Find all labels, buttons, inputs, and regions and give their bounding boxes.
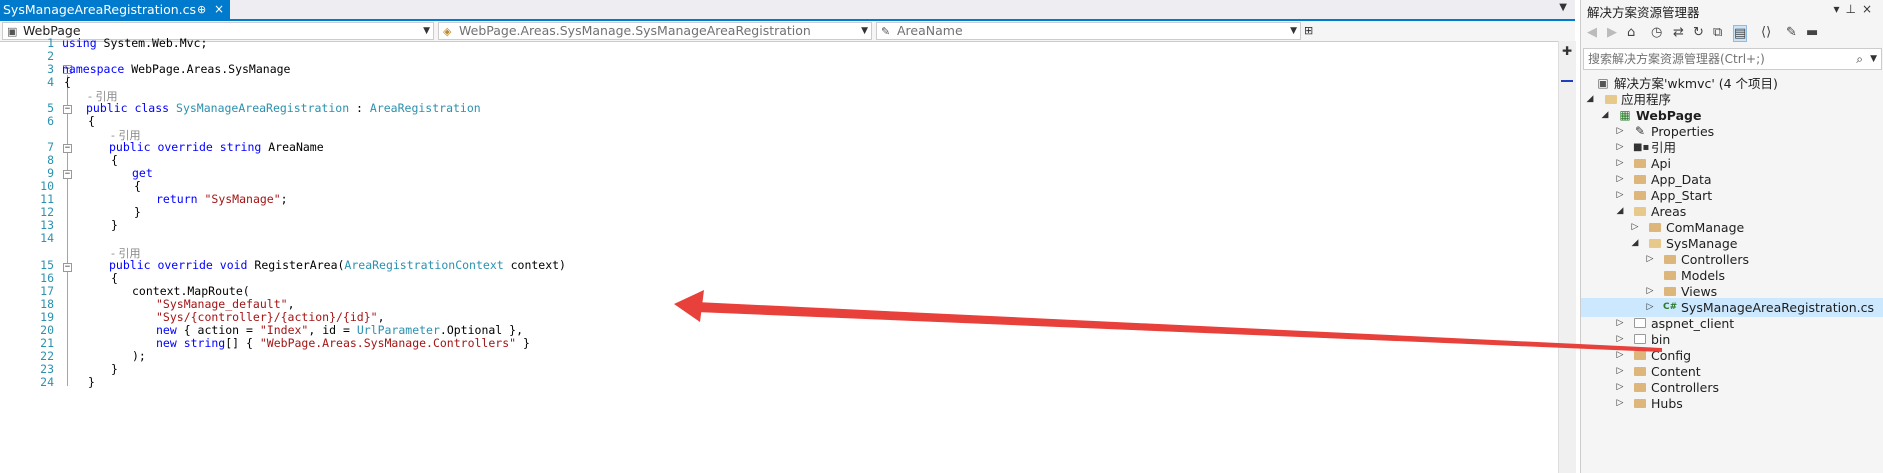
line-number: 13: [40, 218, 54, 232]
tab-title: SysManageAreaRegistration.cs: [3, 2, 196, 17]
collapsed-chevron-icon[interactable]: ▷: [1614, 394, 1626, 413]
code-line-1: using System.Web.Mvc;: [62, 36, 208, 50]
home-icon[interactable]: ⌂: [1627, 25, 1635, 40]
panel-window-buttons: ▾⊥×: [1833, 2, 1878, 16]
line-number: 3: [47, 62, 54, 76]
line-number: 14: [40, 231, 54, 245]
scrollbar-caret-marker: [1561, 80, 1573, 82]
tab-sysmanagearearegistration[interactable]: SysManageAreaRegistration.cs ⊕ ×: [0, 0, 230, 19]
code-line-20: new { action = "Index", id = UrlParamete…: [156, 323, 523, 337]
collapse-toggle[interactable]: −: [63, 105, 72, 114]
line-number: 23: [40, 362, 54, 376]
folder-icon: [1633, 394, 1647, 413]
code-line-5: public class SysManageAreaRegistration :…: [86, 101, 481, 115]
history-icon[interactable]: ◷: [1651, 25, 1662, 40]
type-dropdown[interactable]: ◈ WebPage.Areas.SysManage.SysManageAreaR…: [438, 22, 872, 40]
solution-tree: ▣ 解决方案'wkmvc' (4 个项目) ◢ 应用程序 ◢ ▦ WebPage…: [1581, 74, 1883, 473]
chevron-down-icon[interactable]: ▼: [1870, 49, 1877, 69]
tab-overflow-chevron-icon[interactable]: ▼: [1559, 2, 1567, 13]
line-number: 16: [40, 271, 54, 285]
code-line-4: {: [64, 75, 71, 89]
code-line-17: context.MapRoute(: [132, 284, 250, 298]
split-window-icon[interactable]: ⊞: [1304, 24, 1313, 37]
split-handle-icon[interactable]: ✚: [1562, 44, 1572, 58]
chevron-down-icon: ▼: [861, 26, 868, 36]
line-number: 17: [40, 284, 54, 298]
show-all-files-icon[interactable]: ▤: [1733, 25, 1748, 42]
collapse-toggle[interactable]: −: [63, 144, 72, 153]
line-number: 22: [40, 349, 54, 363]
line-number: 9: [47, 166, 54, 180]
code-line-13: }: [111, 218, 118, 232]
line-number: 8: [47, 153, 54, 167]
line-number: 5: [47, 101, 54, 115]
code-line-15: public override void RegisterArea(AreaRe…: [109, 258, 566, 272]
line-number: 1: [47, 36, 54, 50]
window-position-icon[interactable]: ▾: [1833, 2, 1845, 16]
forward-icon[interactable]: ▶: [1607, 25, 1617, 40]
vertical-scrollbar[interactable]: [1558, 41, 1576, 473]
code-text-area[interactable]: 1 2 3 4 5 6 7 8 9 10 11 12 13 14 15 16 17 18 19 20 21 22 23 24 …: [0, 36, 1558, 473]
chevron-down-icon: ▼: [1290, 26, 1297, 36]
code-line-7: public override string AreaName: [109, 140, 324, 154]
close-icon[interactable]: ×: [214, 0, 224, 19]
solution-explorer-toolbar: ◀ ▶ ⌂ ◷ ⇄ ↻ ⧉ ▤ ⟨⟩ ✎ ▬: [1581, 22, 1883, 46]
close-icon[interactable]: ×: [1862, 2, 1878, 16]
code-line-24: }: [88, 375, 95, 389]
line-number: 20: [40, 323, 54, 337]
solution-explorer-panel: 解决方案资源管理器 ▾⊥× ◀ ▶ ⌂ ◷ ⇄ ↻ ⧉ ▤ ⟨⟩ ✎ ▬ 搜索解…: [1580, 0, 1883, 473]
class-icon: ◈: [443, 25, 452, 38]
line-number: 7: [47, 140, 54, 154]
collapse-toggle[interactable]: −: [63, 170, 72, 179]
code-line-8: {: [111, 153, 118, 167]
code-line-12: }: [134, 205, 141, 219]
sync-icon[interactable]: ⇄: [1673, 25, 1684, 40]
type-dropdown-value: WebPage.Areas.SysManage.SysManageAreaReg…: [459, 23, 811, 38]
line-number: 19: [40, 310, 54, 324]
collapse-all-icon[interactable]: ⧉: [1713, 25, 1722, 40]
code-line-9: get: [132, 166, 153, 180]
search-placeholder: 搜索解决方案资源管理器(Ctrl+;): [1588, 52, 1765, 66]
refresh-icon[interactable]: ↻: [1693, 25, 1704, 40]
back-icon[interactable]: ◀: [1587, 25, 1597, 40]
line-number: 21: [40, 336, 54, 350]
code-line-18: "SysManage_default",: [156, 297, 295, 311]
navigation-bar: ▣ WebPage ▼ ◈ WebPage.Areas.SysManage.Sy…: [0, 21, 1575, 42]
line-number: 4: [47, 75, 54, 89]
pin-icon[interactable]: ⊥: [1845, 2, 1861, 16]
line-number: 11: [40, 192, 54, 206]
code-view-icon[interactable]: ⟨⟩: [1761, 25, 1771, 40]
properties-wrench-icon[interactable]: ✎: [1786, 25, 1797, 40]
collapse-toggle[interactable]: −: [63, 263, 72, 272]
code-line-22: );: [132, 349, 146, 363]
line-number: 24: [40, 375, 54, 389]
line-number: 18: [40, 297, 54, 311]
member-dropdown-value: AreaName: [897, 23, 963, 38]
outline-guide: [67, 75, 68, 386]
wrench-icon: ✎: [881, 25, 891, 38]
solution-explorer-search-input[interactable]: 搜索解决方案资源管理器(Ctrl+;) ⌕ ▼: [1583, 48, 1882, 70]
line-number: 15: [40, 258, 54, 272]
code-line-3: namespace WebPage.Areas.SysManage: [62, 62, 291, 76]
code-line-10: {: [134, 179, 141, 193]
line-number: 6: [47, 114, 54, 128]
code-line-21: new string[] { "WebPage.Areas.SysManage.…: [156, 336, 530, 350]
search-icon[interactable]: ⌕: [1856, 49, 1863, 69]
code-line-6: {: [88, 114, 95, 128]
tree-item-folder[interactable]: ▷ Hubs: [1581, 394, 1883, 413]
member-dropdown[interactable]: ✎ AreaName ▼: [876, 22, 1301, 40]
code-line-11: return "SysManage";: [156, 192, 288, 206]
pin-icon[interactable]: ⊕: [197, 0, 206, 19]
line-number: 10: [40, 179, 54, 193]
line-number: 12: [40, 205, 54, 219]
solution-explorer-title: 解决方案资源管理器: [1587, 5, 1700, 20]
code-line-16: {: [111, 271, 118, 285]
code-line-19: "Sys/{controller}/{action}/{id}",: [156, 310, 385, 324]
document-tab-strip: SysManageAreaRegistration.cs ⊕ × ▼: [0, 0, 1575, 21]
code-line-23: }: [111, 362, 118, 376]
chevron-down-icon: ▼: [423, 26, 430, 36]
preview-icon[interactable]: ▬: [1806, 25, 1818, 40]
code-editor[interactable]: SysManageAreaRegistration.cs ⊕ × ▼ ▣ Web…: [0, 0, 1576, 473]
line-number: 2: [47, 49, 54, 63]
